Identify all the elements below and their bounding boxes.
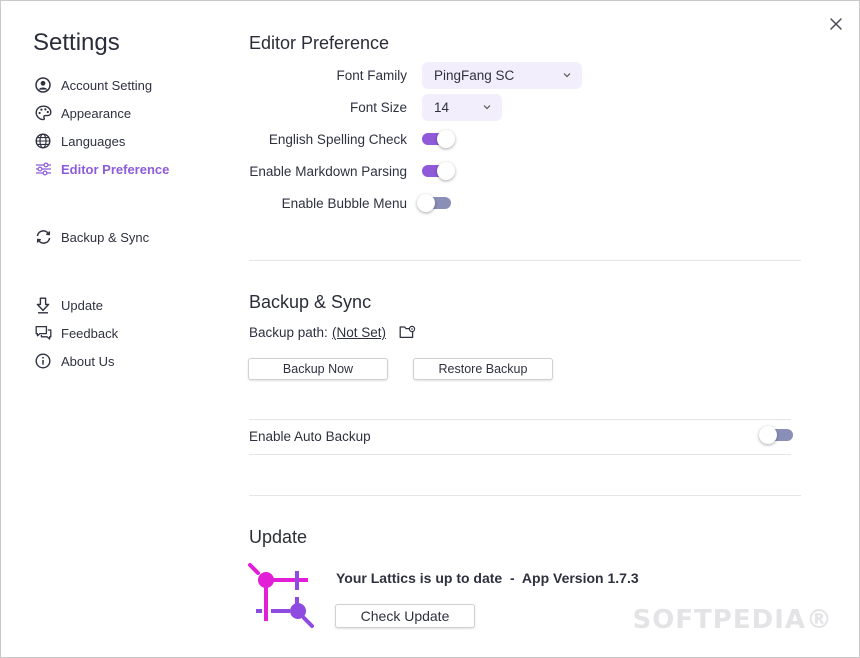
close-icon[interactable] [827, 15, 845, 33]
bubble-menu-label: Enable Bubble Menu [281, 196, 407, 211]
chevron-down-icon [483, 105, 491, 110]
font-size-value: 14 [434, 100, 450, 115]
info-icon [33, 351, 53, 371]
backup-now-button[interactable]: Backup Now [248, 358, 388, 380]
sidebar-item-about-us[interactable]: About Us [33, 349, 114, 373]
sidebar-item-update[interactable]: Update [33, 293, 103, 317]
folder-settings-icon[interactable] [399, 325, 416, 339]
backup-path-label: Backup path: [249, 325, 328, 340]
sidebar-item-label: Account Setting [61, 77, 153, 93]
sidebar-item-backup-sync[interactable]: Backup & Sync [33, 225, 149, 249]
sliders-icon [33, 159, 53, 179]
sidebar-item-label: Backup & Sync [61, 229, 150, 245]
softpedia-watermark: SOFTPEDIA® [632, 605, 833, 635]
row-divider [249, 454, 791, 455]
auto-backup-toggle[interactable] [759, 426, 793, 444]
section-divider [249, 260, 801, 261]
font-family-value: PingFang SC [434, 68, 515, 83]
sidebar-item-languages[interactable]: Languages [33, 129, 125, 153]
update-title: Update [249, 527, 308, 547]
palette-icon [33, 103, 53, 123]
chat-bubbles-icon [33, 323, 53, 343]
bubble-menu-toggle[interactable] [417, 194, 451, 212]
restore-backup-button[interactable]: Restore Backup [413, 358, 553, 380]
lattics-logo-icon [248, 563, 314, 628]
row-divider [249, 419, 791, 420]
section-divider [249, 495, 801, 496]
settings-window: Settings Account Setting Appearance Lang… [0, 0, 860, 658]
font-size-label: Font Size [349, 100, 407, 115]
toggle-knob [437, 162, 455, 180]
font-family-label: Font Family [336, 68, 407, 83]
sidebar-item-label: About Us [61, 353, 115, 369]
toggle-knob [417, 194, 435, 212]
sidebar-item-label: Feedback [61, 325, 119, 341]
font-family-select[interactable]: PingFang SC [422, 62, 582, 89]
spelling-check-toggle[interactable] [422, 130, 455, 148]
toggle-knob [437, 130, 455, 148]
sidebar-item-account-setting[interactable]: Account Setting [33, 73, 152, 97]
auto-backup-label: Enable Auto Backup [249, 429, 371, 444]
sidebar-item-feedback[interactable]: Feedback [33, 321, 118, 345]
markdown-parsing-toggle[interactable] [422, 162, 455, 180]
sidebar-item-label: Editor Preference [61, 161, 170, 177]
download-arrow-icon [33, 295, 53, 315]
sidebar-item-editor-preference[interactable]: Editor Preference [33, 157, 169, 181]
backup-path-link[interactable]: (Not Set) [332, 325, 386, 340]
spelling-check-label: English Spelling Check [268, 132, 407, 147]
sync-icon [33, 227, 53, 247]
user-circle-icon [33, 75, 53, 95]
toggle-knob [759, 426, 777, 444]
settings-title: Settings [33, 29, 120, 56]
check-update-button[interactable]: Check Update [335, 604, 475, 628]
editor-preference-title: Editor Preference [249, 33, 390, 53]
sidebar-item-label: Update [61, 297, 103, 313]
backup-sync-title: Backup & Sync [249, 292, 372, 312]
sidebar-item-appearance[interactable]: Appearance [33, 101, 131, 125]
update-status: Your Lattics is up to date - App Version… [336, 570, 639, 586]
chevron-down-icon [563, 73, 571, 78]
sidebar-item-label: Appearance [61, 105, 132, 121]
globe-icon [33, 131, 53, 151]
sidebar-item-label: Languages [61, 133, 126, 149]
font-size-select[interactable]: 14 [422, 94, 502, 121]
markdown-parsing-label: Enable Markdown Parsing [249, 164, 407, 179]
